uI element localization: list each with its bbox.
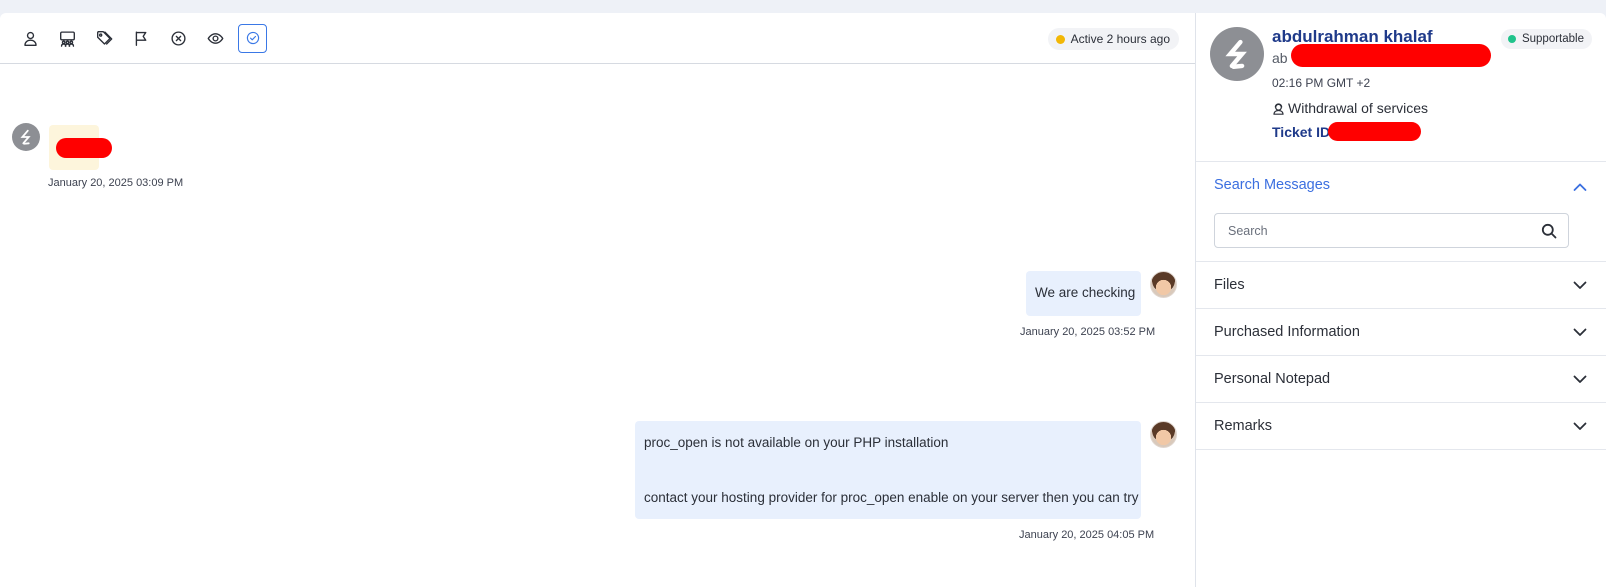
message-text: We are checking — [1035, 285, 1136, 300]
message-text: contact your hosting provider for proc_o… — [644, 490, 1139, 505]
message-text: proc_open is not available on your PHP i… — [644, 435, 949, 450]
message-timestamp: January 20, 2025 03:09 PM — [48, 177, 184, 189]
presence-dot — [1055, 34, 1065, 44]
support-agent-icon — [1273, 103, 1284, 115]
message-timestamp: January 20, 2025 03:52 PM — [1020, 326, 1156, 338]
section-label: Remarks — [1214, 418, 1273, 434]
chat-panel: Active 2 hours ago January 20, 2025 03:0… — [0, 13, 1196, 587]
eye-icon[interactable] — [201, 24, 230, 53]
status-dot — [1507, 35, 1516, 43]
group-icon[interactable] — [53, 24, 82, 53]
ticket-id-label: Ticket ID — [1272, 124, 1331, 140]
chevron-down-icon[interactable] — [1572, 371, 1588, 387]
customer-profile: abdulrahman khalaf ab 02:16 PM GMT +2 Wi… — [1196, 13, 1606, 162]
section-files[interactable]: Files — [1196, 262, 1606, 309]
section-label: Files — [1214, 277, 1245, 293]
section-label: Purchased Information — [1214, 324, 1360, 340]
incoming-message-bubble — [49, 125, 112, 170]
email-prefix: ab — [1272, 50, 1288, 66]
section-purchased-information[interactable]: Purchased Information — [1196, 309, 1606, 356]
section-label: Personal Notepad — [1214, 371, 1331, 387]
check-circle-icon[interactable] — [238, 23, 267, 53]
brand-logo-icon — [1225, 39, 1247, 69]
customer-local-time: 02:16 PM GMT +2 — [1272, 76, 1371, 90]
section-remarks[interactable]: Remarks — [1196, 403, 1606, 450]
brand-logo-icon — [20, 129, 31, 145]
support-chat-app: Active 2 hours ago January 20, 2025 03:0… — [0, 13, 1606, 587]
outgoing-message-bubble: proc_open is not available on your PHP i… — [635, 421, 1141, 519]
chevron-down-icon[interactable] — [1572, 418, 1588, 434]
customer-info-panel: abdulrahman khalaf ab 02:16 PM GMT +2 Wi… — [1196, 13, 1606, 587]
presence-badge: Active 2 hours ago — [1047, 28, 1179, 50]
search-input[interactable] — [1215, 214, 1515, 247]
chat-toolbar: Active 2 hours ago — [0, 13, 1195, 64]
agent-avatar — [1150, 271, 1177, 298]
chevron-down-icon[interactable] — [1572, 324, 1588, 340]
search-messages-section: Search Messages — [1196, 162, 1606, 262]
search-messages-title[interactable]: Search Messages — [1214, 177, 1330, 193]
redaction-mark — [1328, 122, 1421, 141]
agent-avatar — [1150, 421, 1177, 448]
flag-icon[interactable] — [127, 24, 156, 53]
customer-email: ab — [1272, 50, 1288, 66]
redaction-mark — [1291, 44, 1491, 67]
chevron-up-icon[interactable] — [1572, 179, 1588, 195]
status-text: Supportable — [1521, 33, 1584, 45]
user-icon[interactable] — [16, 24, 45, 53]
tags-icon[interactable] — [90, 24, 119, 53]
close-circle-icon[interactable] — [164, 24, 193, 53]
service-text: Withdrawal of services — [1288, 100, 1429, 116]
outgoing-message-bubble: We are checking — [1026, 271, 1141, 316]
search-icon[interactable] — [1541, 223, 1557, 239]
status-badge: Supportable — [1500, 29, 1592, 49]
customer-avatar — [1210, 27, 1264, 81]
service-info: Withdrawal of services — [1272, 100, 1428, 116]
section-personal-notepad[interactable]: Personal Notepad — [1196, 356, 1606, 403]
message-timestamp: January 20, 2025 04:05 PM — [1019, 529, 1155, 541]
customer-avatar — [12, 123, 40, 151]
presence-text: Active 2 hours ago — [1070, 32, 1170, 46]
chevron-down-icon[interactable] — [1572, 277, 1588, 293]
redaction-mark — [56, 138, 112, 158]
search-box — [1214, 213, 1569, 248]
